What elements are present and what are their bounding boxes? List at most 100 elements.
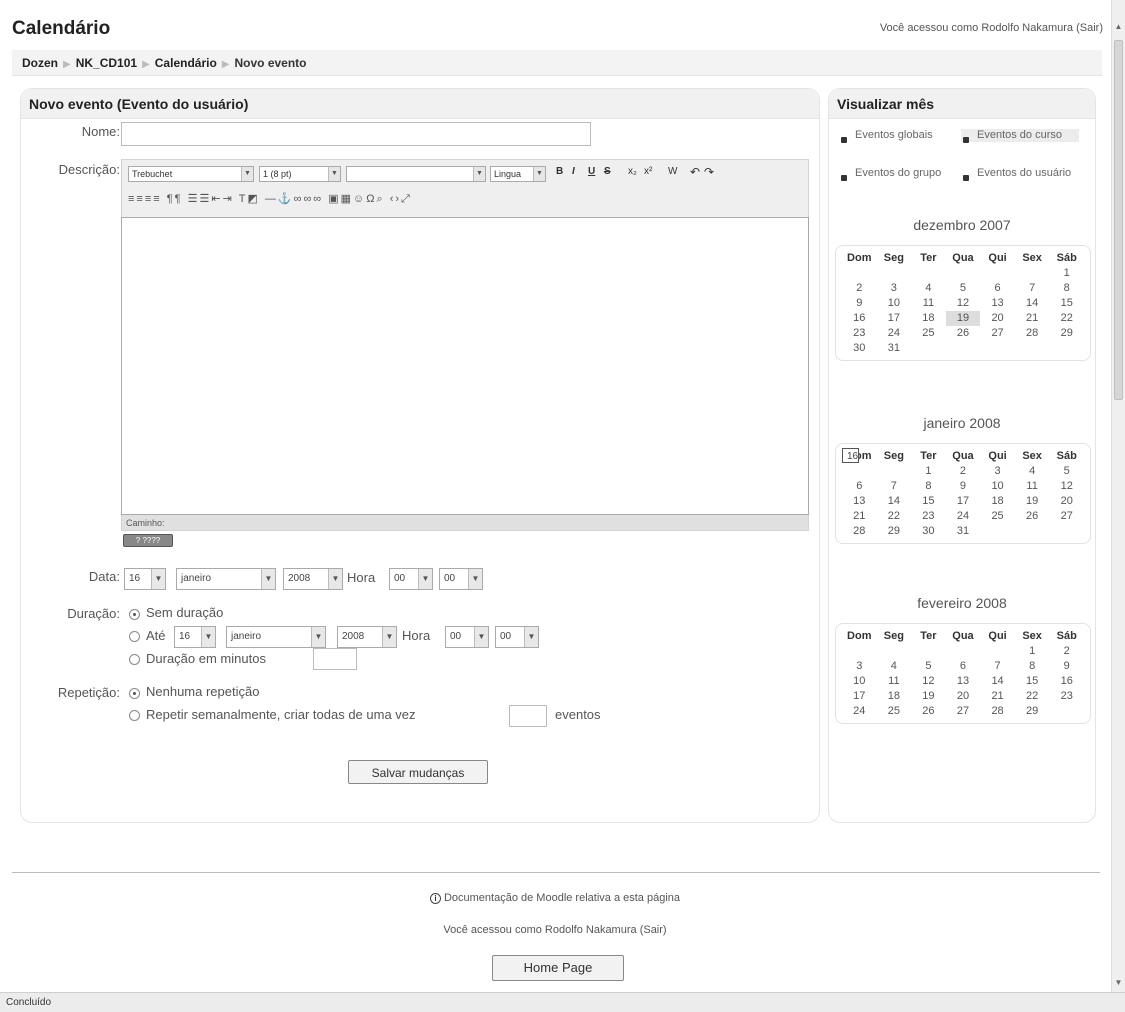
calendar-day[interactable]: 4 xyxy=(1015,464,1050,479)
date-year-select[interactable]: 2008 ▼ xyxy=(283,568,343,590)
size-select[interactable]: 1 (8 pt) ▼ xyxy=(259,166,341,182)
calendar-day[interactable]: 14 xyxy=(980,674,1015,689)
legend-global[interactable]: Eventos globais xyxy=(839,129,957,143)
superscript-icon[interactable]: x² xyxy=(644,166,652,177)
calendar-day[interactable]: 30 xyxy=(842,341,877,356)
calendar-day[interactable]: 25 xyxy=(980,509,1015,524)
calendar-day[interactable]: 14 xyxy=(1015,296,1050,311)
logout-link[interactable]: (Sair) xyxy=(1076,22,1103,34)
calendar-day[interactable]: 14 xyxy=(877,494,912,509)
underline-icon[interactable]: U xyxy=(588,166,595,177)
align-right-icon[interactable]: ≡ xyxy=(145,193,153,205)
italic-icon[interactable]: I xyxy=(572,166,575,177)
calendar-day[interactable]: 2 xyxy=(1049,644,1084,659)
calendar-day[interactable]: 10 xyxy=(980,479,1015,494)
until-hour-select[interactable]: 00 ▼ xyxy=(445,626,489,648)
save-changes-button[interactable]: Salvar mudanças xyxy=(348,760,488,784)
month-title-2[interactable]: fevereiro 2008 xyxy=(829,595,1095,611)
calendar-day[interactable]: 31 xyxy=(946,524,981,539)
scrollbar-thumb[interactable] xyxy=(1114,40,1123,400)
calendar-day[interactable]: 7 xyxy=(980,659,1015,674)
calendar-day[interactable]: 19 xyxy=(945,311,981,326)
date-day-select[interactable]: 16 ▼ xyxy=(124,568,166,590)
html-source-icon[interactable]: ‹› xyxy=(390,193,401,205)
calendar-day[interactable]: 6 xyxy=(946,659,981,674)
calendar-day[interactable]: 3 xyxy=(980,464,1015,479)
calendar-day[interactable]: 20 xyxy=(980,311,1015,326)
calendar-day[interactable]: 3 xyxy=(877,281,912,296)
anchor-icon[interactable]: ⚓ xyxy=(278,193,294,205)
duration-minutes-input[interactable] xyxy=(313,648,357,670)
ordered-list-icon[interactable]: ☰ xyxy=(188,193,200,205)
calendar-day[interactable]: 12 xyxy=(1049,479,1084,494)
calendar-day[interactable]: 26 xyxy=(946,326,981,341)
special-char-icon[interactable]: Ω xyxy=(366,193,376,205)
calendar-day[interactable]: 7 xyxy=(877,479,912,494)
calendar-day[interactable]: 6 xyxy=(842,479,877,494)
calendar-day[interactable]: 5 xyxy=(946,281,981,296)
calendar-day[interactable]: 22 xyxy=(877,509,912,524)
calendar-day[interactable]: 17 xyxy=(877,311,912,326)
calendar-day[interactable]: 24 xyxy=(946,509,981,524)
calendar-day[interactable]: 1 xyxy=(1049,266,1084,281)
calendar-day[interactable]: 17 xyxy=(842,689,877,704)
calendar-day[interactable]: 24 xyxy=(877,326,912,341)
calendar-day[interactable]: 19 xyxy=(911,689,946,704)
month-title-1[interactable]: janeiro 2008 xyxy=(829,415,1095,431)
moodle-docs-link[interactable]: Documentação de Moodle relativa a esta p… xyxy=(444,892,680,904)
smiley-icon[interactable]: ☺ xyxy=(353,193,366,205)
calendar-day[interactable]: 9 xyxy=(842,296,877,311)
calendar-day[interactable]: 8 xyxy=(1049,281,1084,296)
month-title-0[interactable]: dezembro 2007 xyxy=(829,217,1095,233)
home-page-button[interactable]: Home Page xyxy=(492,955,624,981)
duration-minutes-radio[interactable] xyxy=(129,654,140,665)
align-center-icon[interactable]: ≡ xyxy=(136,193,144,205)
calendar-day[interactable]: 18 xyxy=(911,311,946,326)
bold-icon[interactable]: B xyxy=(556,166,563,177)
calendar-day[interactable]: 4 xyxy=(877,659,912,674)
calendar-day[interactable]: 28 xyxy=(980,704,1015,719)
style-select[interactable]: ▼ xyxy=(346,166,486,182)
legend-course[interactable]: Eventos do curso xyxy=(961,129,1079,143)
scroll-up-icon[interactable]: ▲ xyxy=(1112,20,1125,34)
calendar-day[interactable]: 28 xyxy=(842,524,877,539)
date-month-select[interactable]: janeiro ▼ xyxy=(176,568,276,590)
calendar-day[interactable]: 22 xyxy=(1049,311,1084,326)
nolink-icon[interactable]: ∞ xyxy=(313,193,323,205)
duration-none-radio[interactable] xyxy=(129,609,140,620)
legend-user[interactable]: Eventos do usuário xyxy=(961,167,1079,181)
legend-group[interactable]: Eventos do grupo xyxy=(839,167,957,181)
indent-icon[interactable]: ⇥ xyxy=(223,193,234,205)
calendar-day[interactable]: 29 xyxy=(877,524,912,539)
until-month-select[interactable]: janeiro ▼ xyxy=(226,626,326,648)
background-color-icon[interactable]: ◩ xyxy=(247,193,259,205)
calendar-day[interactable]: 24 xyxy=(842,704,877,719)
calendar-day[interactable]: 12 xyxy=(946,296,981,311)
calendar-day[interactable]: 29 xyxy=(1015,704,1050,719)
table-icon[interactable]: ▦ xyxy=(341,193,353,205)
calendar-day[interactable]: 6 xyxy=(980,281,1015,296)
calendar-day[interactable]: 11 xyxy=(911,296,946,311)
calendar-day[interactable]: 22 xyxy=(1015,689,1050,704)
calendar-day[interactable]: 27 xyxy=(980,326,1015,341)
calendar-day[interactable]: 8 xyxy=(911,479,946,494)
calendar-day[interactable]: 15 xyxy=(1015,674,1050,689)
calendar-day[interactable]: 28 xyxy=(1015,326,1050,341)
calendar-day[interactable]: 18 xyxy=(980,494,1015,509)
calendar-day[interactable]: 10 xyxy=(842,674,877,689)
description-editor-area[interactable] xyxy=(121,217,809,515)
calendar-day[interactable]: 15 xyxy=(1049,296,1084,311)
unlink-icon[interactable]: ∞ xyxy=(303,193,313,205)
font-select[interactable]: Trebuchet ▼ xyxy=(128,166,254,182)
vertical-scrollbar[interactable]: ▲ ▼ xyxy=(1111,0,1125,992)
calendar-day[interactable]: 1 xyxy=(1015,644,1050,659)
image-icon[interactable]: ▣ xyxy=(328,193,340,205)
link-icon[interactable]: ∞ xyxy=(294,193,304,205)
calendar-day[interactable]: 8 xyxy=(1015,659,1050,674)
calendar-day[interactable]: 26 xyxy=(1015,509,1050,524)
calendar-day[interactable]: 10 xyxy=(877,296,912,311)
name-input[interactable] xyxy=(121,122,591,146)
calendar-day[interactable]: 16 xyxy=(842,311,877,326)
calendar-day[interactable]: 29 xyxy=(1049,326,1084,341)
fullscreen-icon[interactable]: ⤢ xyxy=(401,193,412,205)
